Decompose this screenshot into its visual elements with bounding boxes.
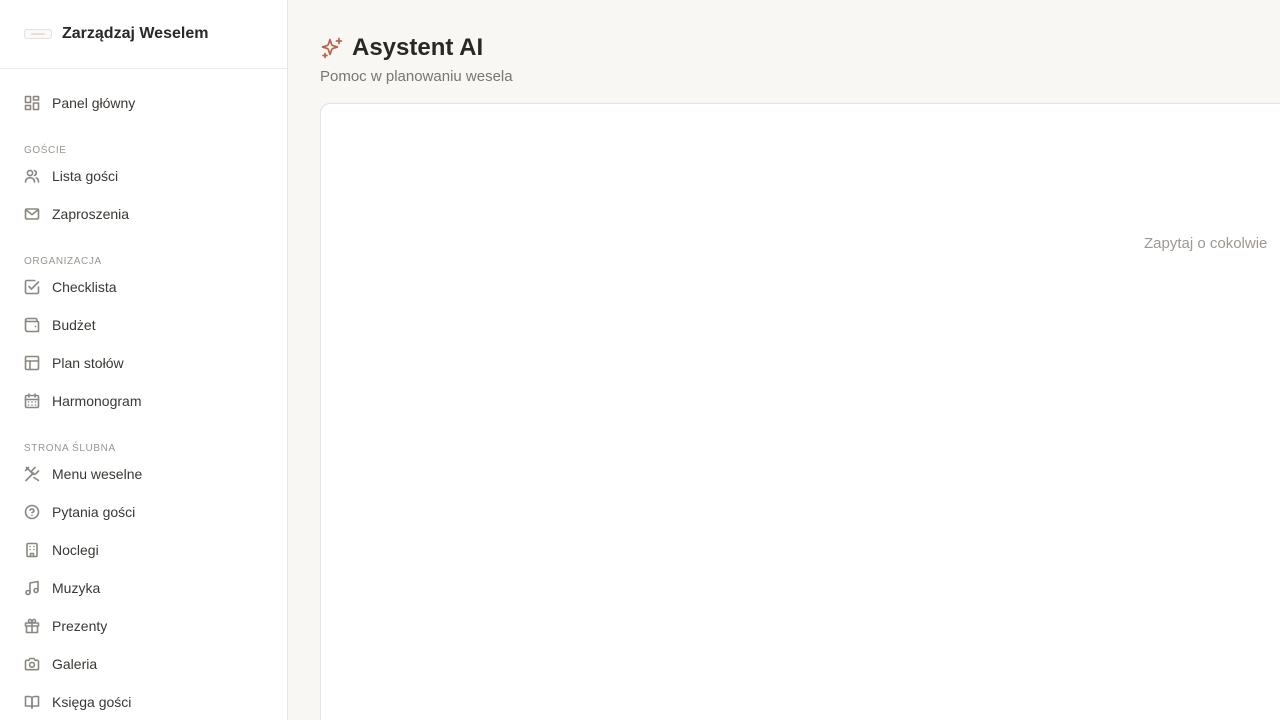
sidebar-item-label: Checklista [52, 279, 117, 295]
sidebar-item-ksiega-gosci[interactable]: Księga gości [0, 683, 287, 720]
camera-icon [24, 656, 40, 672]
brand-name: Zarządzaj Weselem [62, 25, 209, 42]
sidebar-item-label: Księga gości [52, 694, 132, 710]
sparkles-icon [320, 36, 344, 60]
sidebar-item-label: Galeria [52, 656, 98, 672]
sidebar-item-label: Panel główny [52, 95, 136, 111]
help-circle-icon [24, 504, 40, 520]
sidebar-item-budzet[interactable]: Budżet [0, 306, 287, 344]
sidebar-item-muzyka[interactable]: Muzyka [0, 569, 287, 607]
sidebar-item-plan-stolow[interactable]: Plan stołów [0, 344, 287, 382]
chat-panel: Zapytaj o cokolwie [320, 103, 1280, 720]
sidebar-item-label: Lista gości [52, 168, 119, 184]
calendar-icon [24, 393, 40, 409]
title-row: Asystent AI [320, 33, 513, 63]
sidebar-item-panel-glowny[interactable]: Panel główny [0, 84, 287, 122]
section-title-goscie: GOŚCIE [24, 145, 67, 156]
section-title-organizacja: ORGANIZACJA [24, 256, 102, 267]
check-square-icon [24, 279, 40, 295]
sidebar-item-harmonogram[interactable]: Harmonogram [0, 382, 287, 420]
utensils-icon [24, 466, 40, 482]
sidebar-item-label: Plan stołów [52, 355, 124, 371]
sidebar-item-noclegi[interactable]: Noclegi [0, 531, 287, 569]
sidebar-item-label: Pytania gości [52, 504, 136, 520]
wallet-icon [24, 317, 40, 333]
sidebar-item-label: Harmonogram [52, 393, 142, 409]
table-layout-icon [24, 355, 40, 371]
sidebar-item-pytania-gosci[interactable]: Pytania gości [0, 493, 287, 531]
chat-empty-prompt: Zapytaj o cokolwie [1144, 235, 1268, 252]
page-title: Asystent AI [352, 34, 484, 61]
book-icon [24, 694, 40, 710]
sidebar-item-zaproszenia[interactable]: Zaproszenia [0, 195, 287, 233]
brand[interactable]: Zarządzaj Weselem [0, 0, 287, 69]
sidebar-item-lista-gosci[interactable]: Lista gości [0, 157, 287, 195]
music-icon [24, 580, 40, 596]
sidebar-item-label: Budżet [52, 317, 96, 333]
sidebar-item-prezenty[interactable]: Prezenty [0, 607, 287, 645]
main-content: Asystent AI Pomoc w planowaniu wesela Za… [288, 0, 1280, 720]
page-subtitle: Pomoc w planowaniu wesela [320, 68, 513, 85]
dashboard-icon [24, 95, 40, 111]
sidebar-item-galeria[interactable]: Galeria [0, 645, 287, 683]
brand-logo [24, 29, 52, 39]
building-icon [24, 542, 40, 558]
sidebar-item-label: Menu weselne [52, 466, 143, 482]
sidebar-item-checklista[interactable]: Checklista [0, 268, 287, 306]
sidebar-item-label: Noclegi [52, 542, 99, 558]
page-header: Asystent AI Pomoc w planowaniu wesela [320, 33, 513, 85]
mail-icon [24, 206, 40, 222]
sidebar-item-label: Muzyka [52, 580, 101, 596]
sidebar-item-label: Zaproszenia [52, 206, 130, 222]
gift-icon [24, 618, 40, 634]
sidebar-item-menu-weselne[interactable]: Menu weselne [0, 455, 287, 493]
section-title-strona-slubna: STRONA ŚLUBNA [24, 443, 116, 454]
sidebar-nav: Panel główny GOŚCIE Lista gości Zaprosze… [0, 69, 287, 720]
sidebar: Zarządzaj Weselem Panel główny GOŚCIE Li… [0, 0, 288, 720]
users-icon [24, 168, 40, 184]
sidebar-item-label: Prezenty [52, 618, 108, 634]
